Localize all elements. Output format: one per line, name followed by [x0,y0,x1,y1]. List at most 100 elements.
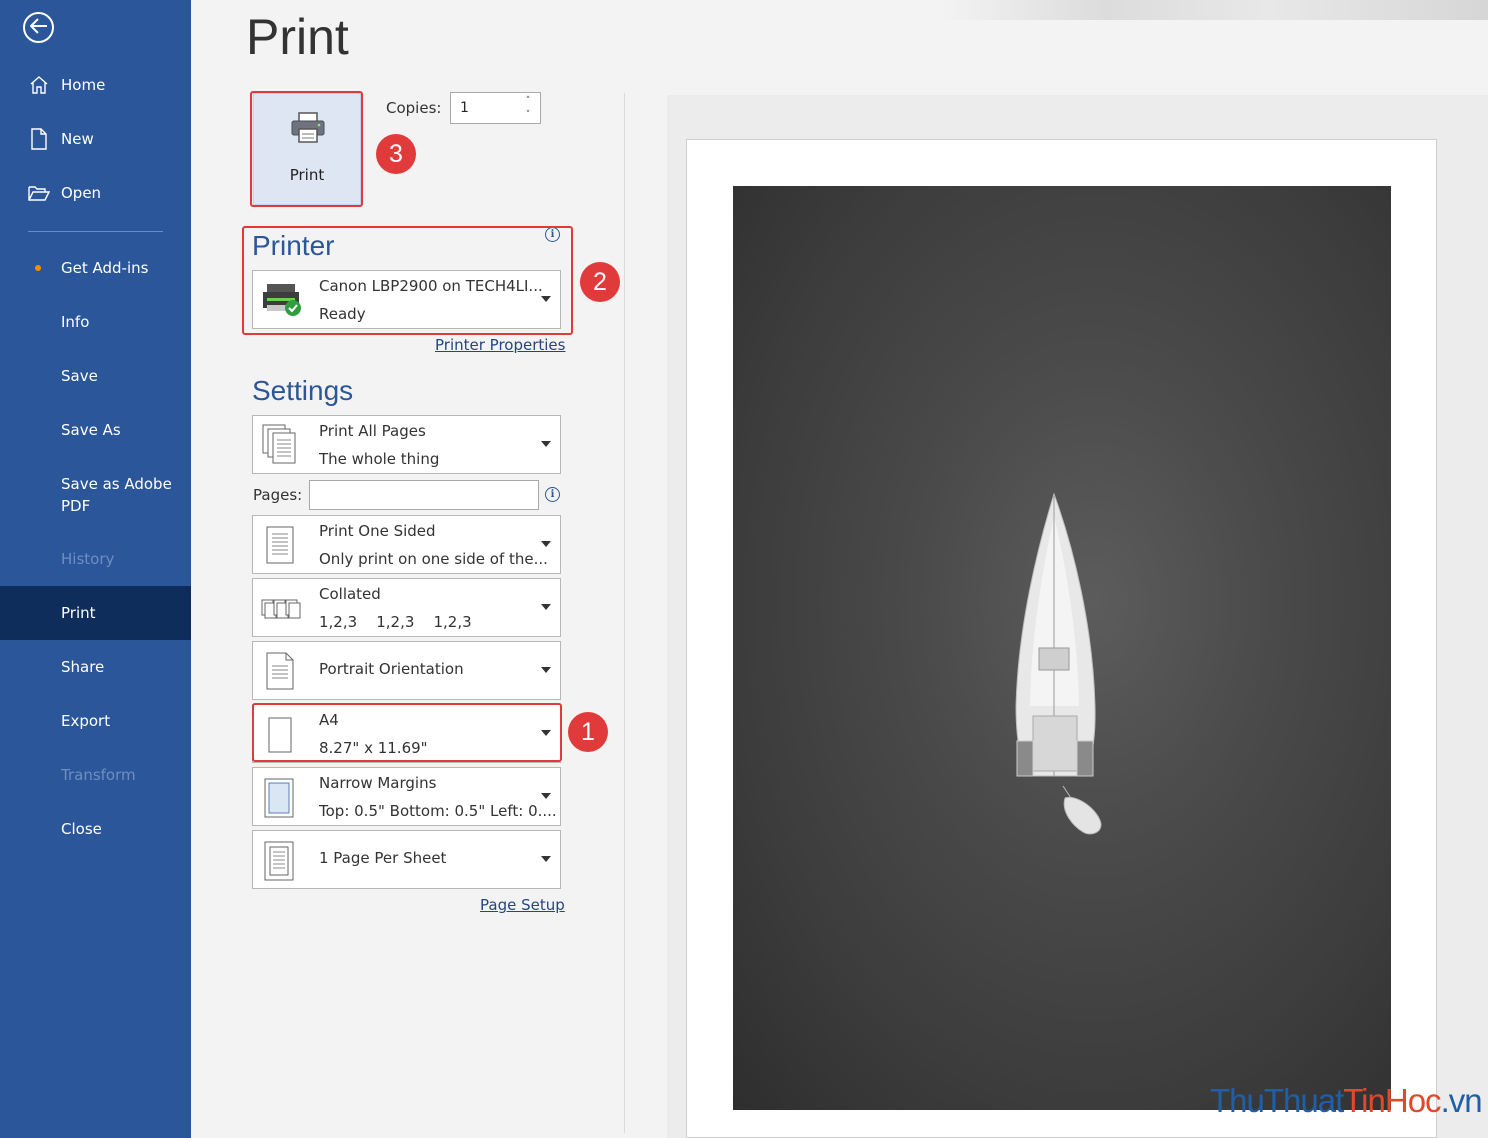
nav-save-as-adobe-pdf[interactable]: Save as Adobe PDF [0,464,191,526]
portrait-orientation-icon [261,649,301,693]
chevron-down-icon [541,793,551,799]
nav-home-label: Home [61,76,106,94]
copies-label: Copies: [386,99,442,117]
print-button[interactable]: Print [253,93,361,205]
pages-info-icon[interactable]: i [545,487,560,502]
chevron-down-icon [541,541,551,547]
collation-desc: 1,2,3 1,2,3 1,2,3 [319,613,472,631]
nav-print[interactable]: Print [0,586,191,640]
nav-get-add-ins-label: Get Add-ins [61,259,149,277]
printer-section-title: Printer [252,230,335,261]
header-decoration [940,0,1488,20]
chevron-down-icon [541,604,551,610]
nav-close-label: Close [61,820,102,838]
pages-per-sheet-dropdown[interactable]: 1 Page Per Sheet [252,830,561,889]
collation-title: Collated [319,585,381,603]
sides-desc: Only print on one side of the... [319,550,548,568]
printer-status: Ready [319,305,366,323]
nav-export[interactable]: Export [0,694,191,748]
nav-history-label: History [61,550,115,568]
nav-new-label: New [61,130,94,148]
chevron-down-icon [541,856,551,862]
nav-export-label: Export [61,712,111,730]
back-button[interactable] [23,12,54,43]
nav-history: History [0,532,191,586]
nav-save-as-adobe-pdf-label: Save as Adobe PDF [61,475,172,515]
paper-size-icon [261,712,301,756]
collation-dropdown[interactable]: Collated 1,2,3 1,2,3 1,2,3 [252,578,561,637]
pages-input[interactable] [309,480,539,510]
printer-name: Canon LBP2900 on TECH4LI... [319,277,543,295]
print-button-label: Print [289,166,325,184]
settings-section-title: Settings [252,375,354,406]
sides-title: Print One Sided [319,522,436,540]
nav-get-add-ins[interactable]: Get Add-ins [0,241,191,295]
chevron-down-icon [541,730,551,736]
nav-transform: Transform [0,748,191,802]
home-icon [28,74,50,96]
new-indicator-dot [35,265,41,271]
nav-open[interactable]: Open [0,166,191,220]
spin-up-icon[interactable]: ˄ [522,94,534,108]
collated-icon [261,586,301,630]
nav-info[interactable]: Info [0,295,191,349]
paper-size-desc: 8.27" x 11.69" [319,739,428,757]
page-per-sheet-icon [261,838,301,882]
watermark-part1: ThuThuat [1210,1082,1344,1119]
nav-share-label: Share [61,658,105,676]
nav-open-label: Open [61,184,102,202]
nav-divider [28,231,163,232]
pages-per-sheet-title: 1 Page Per Sheet [319,849,447,867]
open-folder-icon [28,182,50,204]
printer-dropdown[interactable]: Canon LBP2900 on TECH4LI... Ready [252,270,561,329]
margins-desc: Top: 0.5" Bottom: 0.5" Left: 0.... [319,802,557,820]
chevron-down-icon [541,667,551,673]
chevron-down-icon [541,441,551,447]
backstage-sidebar: Home New Open Get Add-ins Info Save Save… [0,0,191,1138]
nav-close[interactable]: Close [0,802,191,856]
margins-dropdown[interactable]: Narrow Margins Top: 0.5" Bottom: 0.5" Le… [252,767,561,826]
margins-title: Narrow Margins [319,774,437,792]
print-range-dropdown[interactable]: Print All Pages The whole thing [252,415,561,474]
nav-save-as-label: Save As [61,421,121,439]
step-badge-2: 2 [580,262,620,302]
preview-boat-photo [733,186,1391,1110]
chevron-down-icon [541,296,551,302]
page-setup-link[interactable]: Page Setup [480,896,565,914]
nav-save-as[interactable]: Save As [0,403,191,457]
paper-size-title: A4 [319,711,339,729]
one-sided-icon [261,523,301,567]
watermark-part2: TinHoc [1343,1082,1441,1119]
spin-down-icon[interactable]: ˅ [522,108,534,122]
new-document-icon [28,128,50,150]
boat-illustration [1015,492,1102,835]
orientation-title: Portrait Orientation [319,660,464,678]
nav-new[interactable]: New [0,112,191,166]
page-title: Print [246,9,349,65]
printer-info-icon[interactable]: i [545,227,560,242]
copies-spinner[interactable]: ˄ ˅ [522,94,534,122]
nav-print-label: Print [61,604,96,622]
step-badge-3: 3 [376,134,416,174]
nav-save-label: Save [61,367,98,385]
printer-ready-icon [261,278,301,322]
printer-icon [290,112,326,148]
watermark-part3: .vn [1440,1082,1483,1119]
sides-dropdown[interactable]: Print One Sided Only print on one side o… [252,515,561,574]
printer-properties-link[interactable]: Printer Properties [435,336,565,354]
nav-share[interactable]: Share [0,640,191,694]
copies-value: 1 [460,100,469,116]
back-arrow-icon [29,17,48,38]
print-range-desc: The whole thing [319,450,440,468]
nav-transform-label: Transform [61,766,136,784]
nav-info-label: Info [61,313,90,331]
paper-size-dropdown[interactable]: A4 8.27" x 11.69" [252,704,561,763]
orientation-dropdown[interactable]: Portrait Orientation [252,641,561,700]
copies-input[interactable]: 1 ˄ ˅ [450,92,541,124]
nav-save[interactable]: Save [0,349,191,403]
all-pages-icon [261,423,301,467]
nav-home[interactable]: Home [0,58,191,112]
watermark: ThuThuatTinHoc.vn [1210,1082,1483,1120]
margins-icon [261,775,301,819]
pane-separator [624,93,625,1133]
